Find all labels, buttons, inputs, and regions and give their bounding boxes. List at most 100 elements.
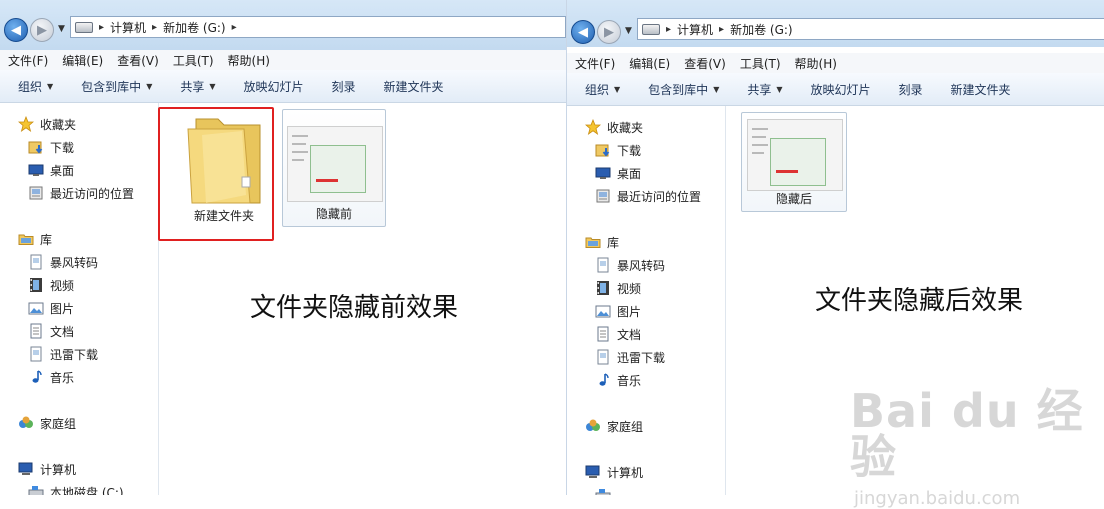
- breadcrumb-separator[interactable]: ▸: [99, 22, 104, 33]
- breadcrumb-computer[interactable]: 计算机: [110, 19, 146, 36]
- forward-button[interactable]: ▶: [597, 20, 621, 44]
- sidebar-item-computer[interactable]: 计算机: [18, 460, 76, 478]
- address-bar[interactable]: ▸ 计算机 ▸ 新加卷 (G:) ▸: [70, 16, 566, 38]
- menu-help[interactable]: 帮助(H): [228, 52, 270, 69]
- picture-icon: [28, 300, 44, 316]
- forward-button[interactable]: ▶: [30, 18, 54, 42]
- sidebar-item-libraries[interactable]: 库: [18, 230, 52, 248]
- sidebar-label: 图片: [50, 301, 75, 316]
- breadcrumb-drive[interactable]: 新加卷 (G:): [730, 21, 793, 38]
- slideshow-button[interactable]: 放映幻灯片: [244, 78, 304, 95]
- sidebar-item-documents[interactable]: 文档: [595, 325, 641, 343]
- sidebar-item-desktop[interactable]: 桌面: [595, 164, 641, 182]
- library-document-icon: [595, 257, 611, 273]
- new-folder-button[interactable]: 新建文件夹: [951, 81, 1011, 98]
- command-bar: 组织 ▼ 包含到库中 ▼ 共享 ▼ 放映幻灯片 刻录 新建文件夹: [0, 70, 566, 103]
- sidebar-label: 桌面: [617, 166, 642, 181]
- sidebar-item-favorites[interactable]: 收藏夹: [585, 118, 643, 136]
- library-icon: [585, 234, 601, 250]
- menu-file[interactable]: 文件(F): [575, 55, 615, 72]
- sidebar-item-recent-places[interactable]: 最近访问的位置: [28, 184, 134, 202]
- sidebar-item-music[interactable]: 音乐: [595, 371, 641, 389]
- sidebar-item-documents[interactable]: 文档: [28, 322, 74, 340]
- picture-icon: [595, 303, 611, 319]
- arrow-right-icon: ▶: [37, 22, 47, 38]
- share-button[interactable]: 共享 ▼: [180, 78, 215, 95]
- sidebar-item-videos[interactable]: 视频: [28, 276, 74, 294]
- breadcrumb-separator[interactable]: ▸: [152, 22, 157, 33]
- menu-edit[interactable]: 编辑(E): [629, 55, 670, 72]
- folder-icon[interactable]: [184, 113, 268, 208]
- sidebar-item-videos[interactable]: 视频: [595, 279, 641, 297]
- sidebar-item-pictures[interactable]: 图片: [595, 302, 641, 320]
- caption-after: 文件夹隐藏后效果: [815, 286, 1024, 316]
- video-icon: [28, 277, 44, 293]
- include-in-library-button[interactable]: 包含到库中 ▼: [81, 78, 152, 95]
- sidebar-item-favorites[interactable]: 收藏夹: [18, 115, 76, 133]
- menu-tools[interactable]: 工具(T): [740, 55, 781, 72]
- drive-icon: [75, 21, 93, 33]
- slideshow-button[interactable]: 放映幻灯片: [811, 81, 871, 98]
- share-label: 共享: [180, 79, 205, 94]
- star-icon: [18, 116, 34, 132]
- sidebar-item-local-disk[interactable]: [595, 486, 611, 495]
- breadcrumb-separator[interactable]: ▸: [719, 24, 724, 35]
- sidebar-label: 最近访问的位置: [617, 189, 702, 204]
- menu-bar: 文件(F) 编辑(E) 查看(V) 工具(T) 帮助(H): [567, 53, 1104, 73]
- sidebar-item-downloads[interactable]: 下载: [595, 141, 641, 159]
- library-icon: [18, 231, 34, 247]
- organize-button[interactable]: 组织 ▼: [18, 78, 53, 95]
- menu-file[interactable]: 文件(F): [8, 52, 48, 69]
- new-folder-button[interactable]: 新建文件夹: [384, 78, 444, 95]
- sidebar-item-pictures[interactable]: 图片: [28, 299, 74, 317]
- dropdown-icon: ▼: [146, 81, 153, 91]
- menu-view[interactable]: 查看(V): [684, 55, 726, 72]
- file-label-new-folder[interactable]: 新建文件夹: [178, 207, 270, 224]
- back-button[interactable]: ◀: [571, 20, 595, 44]
- sidebar-item-recent-places[interactable]: 最近访问的位置: [595, 187, 701, 205]
- menu-tools[interactable]: 工具(T): [173, 52, 214, 69]
- screenshot-thumbnail: [747, 119, 843, 191]
- menu-view[interactable]: 查看(V): [117, 52, 159, 69]
- sidebar-item-xunlei[interactable]: 迅雷下载: [595, 348, 665, 366]
- sidebar-item-desktop[interactable]: 桌面: [28, 161, 74, 179]
- menu-edit[interactable]: 编辑(E): [62, 52, 103, 69]
- sidebar-item-baofeng[interactable]: 暴风转码: [595, 256, 665, 274]
- sidebar-item-homegroup[interactable]: 家庭组: [18, 414, 76, 432]
- breadcrumb-separator[interactable]: ▸: [232, 22, 237, 33]
- breadcrumb-drive[interactable]: 新加卷 (G:): [163, 19, 226, 36]
- sidebar-label: 迅雷下载: [617, 350, 666, 365]
- organize-button[interactable]: 组织 ▼: [585, 81, 620, 98]
- sidebar-item-music[interactable]: 音乐: [28, 368, 74, 386]
- include-in-library-label: 包含到库中: [648, 82, 709, 97]
- share-button[interactable]: 共享 ▼: [747, 81, 782, 98]
- sidebar-item-xunlei[interactable]: 迅雷下载: [28, 345, 98, 363]
- sidebar-label: 库: [607, 235, 620, 250]
- file-tile-after[interactable]: 隐藏后: [741, 112, 847, 212]
- sidebar-item-downloads[interactable]: 下载: [28, 138, 74, 156]
- history-dropdown-icon[interactable]: ▼: [58, 24, 65, 34]
- arrow-left-icon: ◀: [11, 22, 21, 38]
- sidebar-item-libraries[interactable]: 库: [585, 233, 619, 251]
- history-dropdown-icon[interactable]: ▼: [625, 26, 632, 36]
- breadcrumb-computer[interactable]: 计算机: [677, 21, 713, 38]
- breadcrumb-separator[interactable]: ▸: [666, 24, 671, 35]
- address-bar[interactable]: ▸ 计算机 ▸ 新加卷 (G:): [637, 18, 1104, 40]
- file-tile-before[interactable]: 隐藏前: [282, 109, 386, 227]
- burn-button[interactable]: 刻录: [332, 78, 356, 95]
- recent-places-icon: [595, 188, 611, 204]
- sidebar-item-baofeng[interactable]: 暴风转码: [28, 253, 98, 271]
- include-in-library-button[interactable]: 包含到库中 ▼: [648, 81, 719, 98]
- dropdown-icon: ▼: [713, 84, 720, 94]
- drive-icon: [642, 23, 660, 35]
- screenshot-thumbnail: [287, 126, 383, 202]
- organize-label: 组织: [18, 79, 43, 94]
- sidebar-item-homegroup[interactable]: 家庭组: [585, 417, 643, 435]
- homegroup-icon: [18, 415, 34, 431]
- dropdown-icon: ▼: [776, 84, 783, 94]
- burn-button[interactable]: 刻录: [899, 81, 923, 98]
- back-button[interactable]: ◀: [4, 18, 28, 42]
- sidebar-item-computer[interactable]: 计算机: [585, 463, 643, 481]
- sidebar-item-local-disk[interactable]: 本地磁盘 (C:): [28, 483, 124, 495]
- menu-help[interactable]: 帮助(H): [795, 55, 837, 72]
